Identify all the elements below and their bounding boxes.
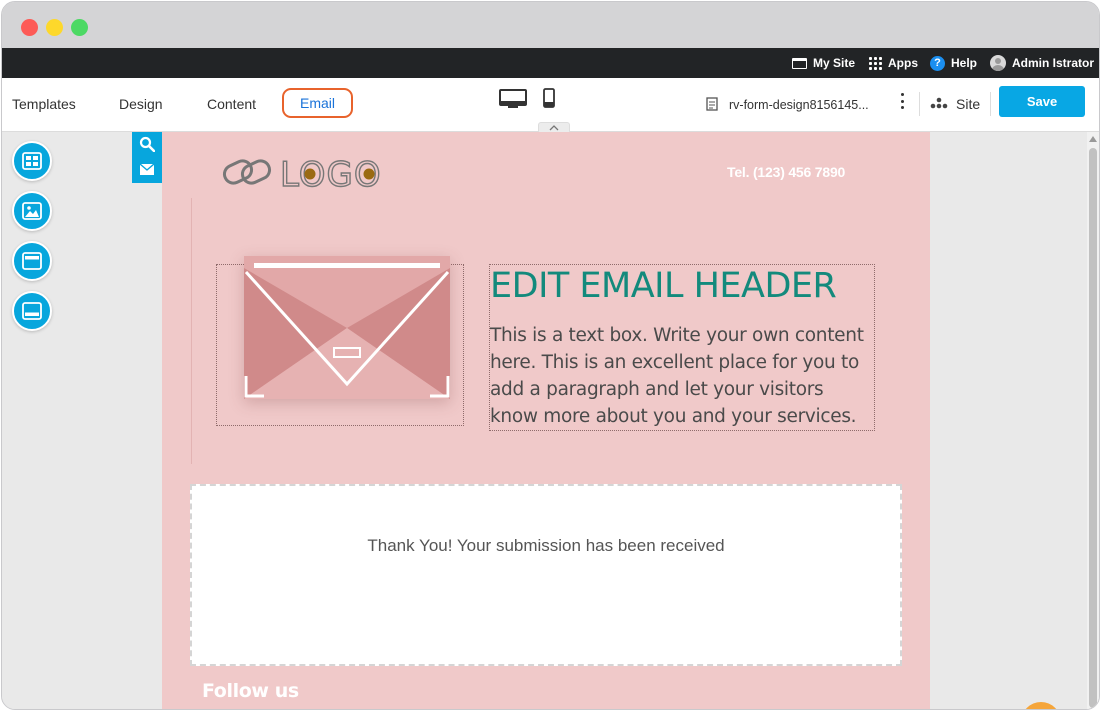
help-label: Help [951, 56, 978, 70]
chevron-up-icon [549, 125, 559, 131]
tab-templates[interactable]: Templates [12, 96, 76, 112]
header-section-icon [22, 252, 42, 270]
minimize-window-button[interactable] [46, 19, 63, 36]
logo[interactable]: LOGO [222, 154, 384, 190]
site-link[interactable]: Site [956, 96, 980, 112]
divider [990, 92, 991, 116]
tab-email[interactable]: Email [282, 88, 353, 118]
search-icon[interactable] [139, 136, 155, 152]
apps-grid-icon [869, 56, 882, 70]
browser-window-icon [792, 57, 807, 69]
document-icon [706, 97, 718, 111]
user-name: Admin Istrator [1012, 56, 1095, 70]
mobile-view-icon[interactable] [543, 88, 555, 108]
form-response-area[interactable]: Thank You! Your submission has been rece… [190, 484, 902, 666]
desktop-view-icon[interactable] [499, 89, 527, 109]
divider [919, 92, 920, 116]
editor-toolbar: Templates Design Content Email rv-form-d… [2, 78, 1099, 133]
quick-tools-strip [132, 132, 162, 183]
save-button[interactable]: Save [999, 86, 1085, 117]
tab-design[interactable]: Design [119, 96, 163, 112]
layout-icon [22, 152, 42, 170]
apps-link[interactable]: Apps [869, 48, 918, 78]
email-canvas: LOGO Tel. (123) 456 7890 EDIT EMAIL HEAD… [162, 132, 930, 709]
phone-number: Tel. (123) 456 7890 [727, 164, 846, 180]
close-window-button[interactable] [21, 19, 38, 36]
mail-icon[interactable] [139, 163, 155, 176]
thank-you-message: Thank You! Your submission has been rece… [367, 536, 725, 555]
title-bar [2, 2, 1099, 48]
email-body-text[interactable]: This is a text box. Write your own conte… [490, 322, 874, 430]
add-layout-button[interactable] [12, 141, 52, 181]
browser-window: My Site Apps ? Help Admin Istrator Templ… [1, 1, 1100, 710]
envelope-image[interactable] [244, 256, 450, 399]
add-image-button[interactable] [12, 191, 52, 231]
my-site-link[interactable]: My Site [792, 48, 855, 78]
image-icon [22, 202, 42, 220]
chat-widget-button[interactable] [1021, 702, 1061, 709]
follow-us-heading[interactable]: Follow us [202, 680, 299, 702]
user-menu[interactable]: Admin Istrator [990, 48, 1094, 78]
footer-section-icon [22, 302, 42, 320]
help-icon: ? [930, 55, 945, 71]
document-name[interactable]: rv-form-design8156145... [729, 98, 869, 112]
my-site-label: My Site [813, 56, 856, 70]
sitemap-icon[interactable] [930, 97, 948, 109]
apps-label: Apps [888, 56, 918, 70]
vertical-scrollbar[interactable] [1087, 132, 1099, 709]
add-footer-button[interactable] [12, 291, 52, 331]
tab-content[interactable]: Content [207, 96, 256, 112]
admin-top-bar: My Site Apps ? Help Admin Istrator [2, 48, 1099, 78]
editor-workspace: LOGO Tel. (123) 456 7890 EDIT EMAIL HEAD… [2, 132, 1099, 709]
avatar [990, 55, 1006, 71]
scrollbar-thumb[interactable] [1089, 148, 1097, 708]
email-header-title[interactable]: EDIT EMAIL HEADER [490, 266, 837, 306]
scroll-up-arrow-icon[interactable] [1089, 136, 1097, 142]
help-link[interactable]: ? Help [930, 48, 977, 78]
more-options-icon[interactable] [896, 92, 908, 110]
maximize-window-button[interactable] [71, 19, 88, 36]
add-header-button[interactable] [12, 241, 52, 281]
column-guide [191, 198, 192, 464]
